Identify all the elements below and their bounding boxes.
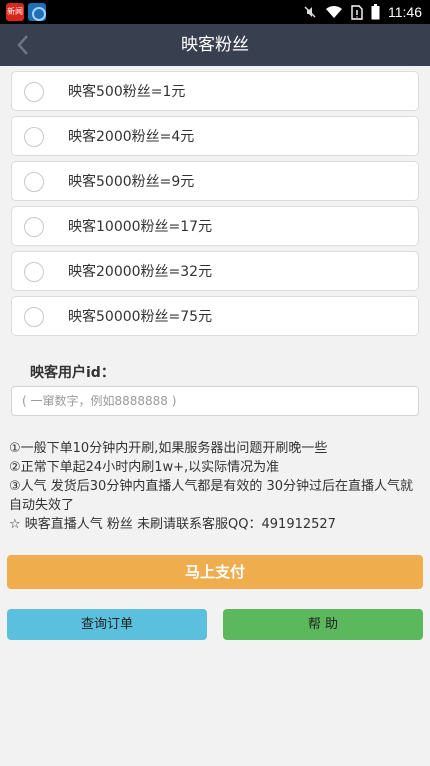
user-id-input[interactable] [11,386,419,416]
package-label: 映客5000粉丝=9元 [68,174,195,190]
note-item: ②正常下单起24小时内刷1w+,以实际情况为准 [9,460,280,475]
query-order-button[interactable]: 查询订单 [7,609,207,640]
mute-icon [303,5,317,19]
package-label: 映客50000粉丝=75元 [68,309,213,325]
package-label: 映客10000粉丝=17元 [68,219,213,235]
browser-app-icon [28,3,46,21]
package-options: 映客500粉丝=1元 映客2000粉丝=4元 映客5000粉丝=9元 映客100… [11,71,419,341]
radio-button[interactable] [24,217,44,237]
help-button[interactable]: 帮 助 [223,609,423,640]
note-item: ☆ 映客直播人气 粉丝 未刷请联系客服QQ：491912527 [9,517,336,532]
nav-bar: 映客粉丝 [0,24,430,66]
radio-button[interactable] [24,127,44,147]
package-label: 映客500粉丝=1元 [68,84,186,100]
user-id-label: 映客用户id： [30,365,115,381]
news-app-icon: 新闻 [6,3,24,21]
pay-now-button[interactable]: 马上支付 [7,555,423,589]
status-bar: 新闻 11:46 [0,0,430,24]
package-option-20000[interactable]: 映客20000粉丝=32元 [11,251,419,291]
battery-icon [371,4,380,20]
no-sim-icon [351,4,363,20]
note-item: ③人气 发货后30分钟内直播人气都是有效的 30分钟过后在直播人气就自动失效了 [9,479,414,513]
news-app-icon-text: 新闻 [7,7,23,16]
package-option-500[interactable]: 映客500粉丝=1元 [11,71,419,111]
note-item: ①一般下单10分钟内开刷,如果服务器出问题开刷晚一些 [9,441,328,456]
package-option-2000[interactable]: 映客2000粉丝=4元 [11,116,419,156]
package-option-10000[interactable]: 映客10000粉丝=17元 [11,206,419,246]
clock: 11:46 [388,4,422,20]
page-title: 映客粉丝 [181,35,249,55]
notes: ①一般下单10分钟内开刷,如果服务器出问题开刷晚一些 ②正常下单起24小时内刷1… [9,439,423,534]
radio-button[interactable] [24,172,44,192]
radio-button[interactable] [24,262,44,282]
radio-button[interactable] [24,82,44,102]
radio-button[interactable] [24,307,44,327]
wifi-icon [325,5,343,19]
package-label: 映客20000粉丝=32元 [68,264,213,280]
package-option-5000[interactable]: 映客5000粉丝=9元 [11,161,419,201]
package-option-50000[interactable]: 映客50000粉丝=75元 [11,296,419,336]
package-label: 映客2000粉丝=4元 [68,129,195,145]
